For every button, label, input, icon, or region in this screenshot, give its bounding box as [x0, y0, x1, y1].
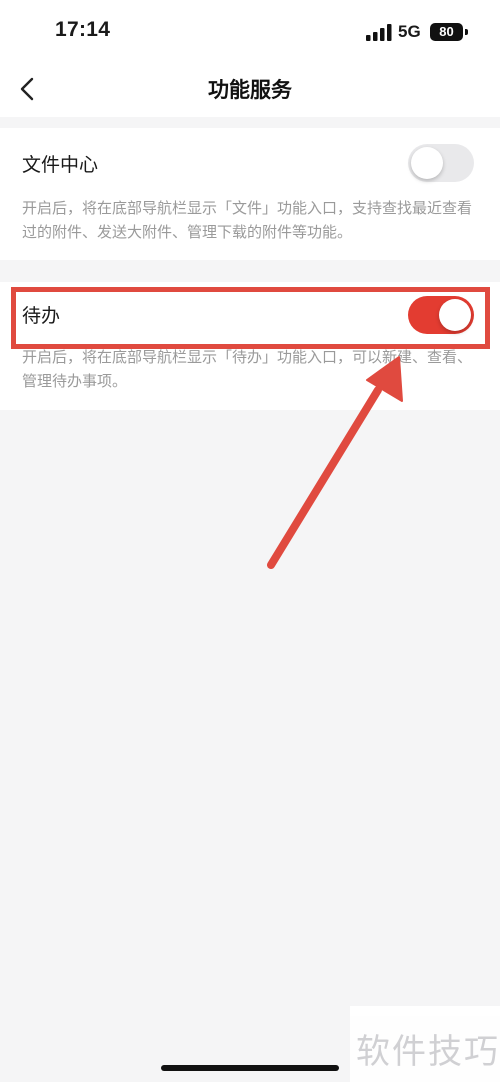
setting-todo: 待办 开启后，将在底部导航栏显示「待办」功能入口，可以新建、查看、管理待办事项。 — [0, 282, 500, 410]
setting-description-file-center: 开启后，将在底部导航栏显示「文件」功能入口，支持查找最近查看过的附件、发送大附件… — [22, 199, 473, 241]
watermark-text: 软件技巧 — [356, 1032, 500, 1072]
status-time: 17:14 — [55, 18, 111, 41]
battery-level: 80 — [430, 23, 463, 41]
setting-file-center: 文件中心 开启后，将在底部导航栏显示「文件」功能入口，支持查找最近查看过的附件、… — [0, 128, 500, 260]
toggle-knob — [439, 299, 471, 331]
nav-bar: 功能服务 — [0, 62, 500, 117]
status-bar: 17:14 5G 80 — [0, 0, 500, 62]
cellular-signal-icon — [366, 24, 392, 41]
battery-cap — [465, 29, 468, 35]
watermark: 软件技巧 — [350, 1006, 500, 1082]
home-indicator[interactable] — [161, 1065, 339, 1071]
network-type-label: 5G — [398, 22, 421, 41]
page-title: 功能服务 — [208, 78, 292, 102]
file-center-toggle[interactable] — [408, 144, 474, 182]
todo-toggle[interactable] — [408, 296, 474, 334]
setting-description-todo: 开启后，将在底部导航栏显示「待办」功能入口，可以新建、查看、管理待办事项。 — [22, 348, 473, 390]
setting-label-file-center: 文件中心 — [22, 154, 99, 176]
toggle-knob — [411, 147, 443, 179]
setting-label-todo: 待办 — [22, 305, 61, 327]
battery-icon: 80 — [430, 23, 468, 41]
